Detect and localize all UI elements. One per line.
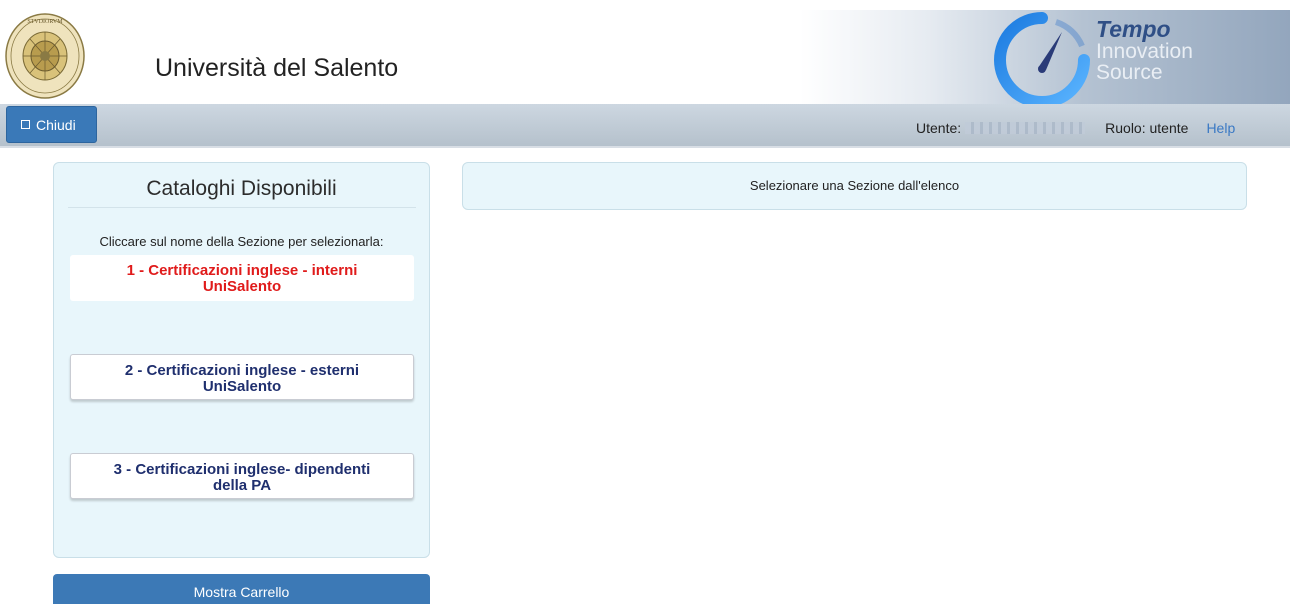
section-button-3[interactable]: 3 - Certificazioni inglese- dipendenti d… (70, 453, 414, 499)
tempo-tagline-1: Innovation (1096, 40, 1193, 63)
section-label: 2 - Certificazioni inglese - esterni Uni… (124, 362, 360, 395)
catalog-title: Cataloghi Disponibili (146, 177, 337, 200)
section-button-2[interactable]: 2 - Certificazioni inglese - esterni Uni… (70, 354, 414, 400)
close-button[interactable]: Chiudi (6, 106, 97, 143)
window-icon (21, 120, 30, 129)
section-label: 3 - Certificazioni inglese- dipendenti d… (113, 461, 371, 494)
catalog-panel: Cataloghi Disponibili Cliccare sul nome … (53, 162, 430, 558)
selection-message: Selezionare una Sezione dall'elenco (462, 162, 1247, 210)
app-header: STVDIORVM Università del Salento Tempo I… (0, 0, 1290, 108)
close-button-label: Chiudi (36, 116, 76, 133)
section-button-1[interactable]: 1 - Certificazioni inglese - interni Uni… (70, 255, 414, 301)
user-name-redacted (965, 122, 1086, 134)
user-info: Utente: Ruolo: utente Help (916, 120, 1235, 136)
toolbar: Chiudi Utente: Ruolo: utente Help (0, 104, 1290, 148)
university-seal-icon: STVDIORVM (5, 13, 85, 99)
tempo-logo-text: Tempo Innovation Source (1096, 16, 1193, 84)
tempo-tagline-2: Source (1096, 61, 1163, 84)
catalog-hint: Cliccare sul nome della Sezione per sele… (99, 234, 384, 249)
catalog-divider (68, 207, 416, 208)
tempo-brand: Tempo (1096, 16, 1171, 42)
user-label: Utente: (916, 120, 962, 136)
role-label: Ruolo: utente (1105, 120, 1189, 136)
university-title: Università del Salento (155, 54, 399, 82)
tempo-gauge-icon (994, 12, 1090, 108)
help-link[interactable]: Help (1206, 120, 1235, 136)
show-cart-button[interactable]: Mostra Carrello (53, 574, 430, 604)
svg-text:STVDIORVM: STVDIORVM (27, 19, 63, 25)
section-label: 1 - Certificazioni inglese - interni Uni… (126, 262, 358, 295)
